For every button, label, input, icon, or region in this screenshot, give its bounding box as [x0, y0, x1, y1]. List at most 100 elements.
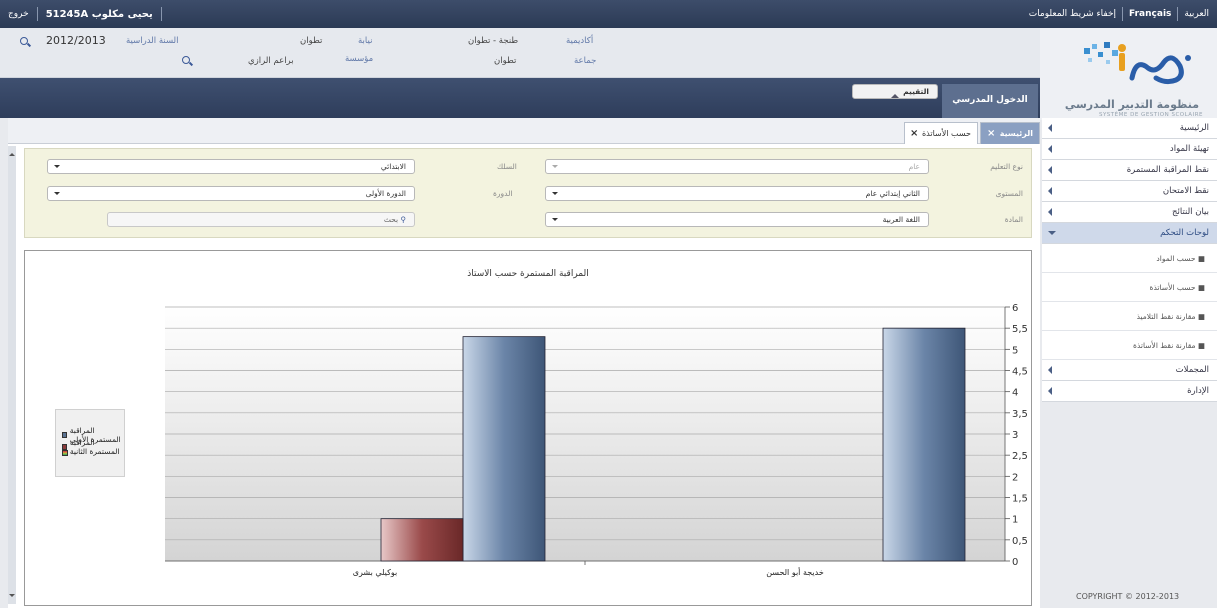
- chevron-left-icon: [1048, 145, 1052, 153]
- logout-link[interactable]: خروج: [8, 9, 29, 19]
- subject-select[interactable]: اللغة العربية: [545, 212, 929, 227]
- info-header: أكاديمية طنجة - تطوان نيابة تطوان السنة …: [0, 28, 1040, 78]
- sidebar-subitem-by-teacher[interactable]: حسب الأساتذة ■: [1042, 273, 1217, 302]
- bar-chart: 0 0,5 1 1,5 2 2,5 3 3,5 4 4,5 5 5,5 6 خديجة أبو الحسن…: [165, 303, 1028, 577]
- sidebar-menu: الرئيسية تهيئة المواد نقط المراقبة المست…: [1042, 118, 1217, 402]
- type-select[interactable]: عام: [545, 159, 929, 174]
- y-tick-label: 2,5: [1012, 451, 1028, 462]
- sidebar-item-label: بيان النتائج: [1172, 207, 1209, 217]
- sidebar-item-totals[interactable]: المجملات: [1042, 360, 1217, 381]
- tab-school-entry[interactable]: الدخول المدرسي: [942, 84, 1038, 118]
- chevron-left-icon: [1048, 166, 1052, 174]
- academy-value: طنجة - تطوان: [468, 36, 519, 46]
- hide-info-link[interactable]: إخفاء شريط المعلومات: [1029, 9, 1116, 19]
- filter-panel: نوع التعليم عام السلك الابتدائي المستوى …: [24, 148, 1032, 238]
- dropdown-arrow-icon: [552, 218, 558, 224]
- sidebar-item-label: نقط المراقبة المستمرة: [1126, 165, 1209, 175]
- search-icon: ⚲: [400, 215, 407, 224]
- level-select[interactable]: الثاني إبتدائي عام: [545, 186, 929, 201]
- top-bar: خروج 51245A يحيى مكلوب العربية Français …: [0, 0, 1217, 28]
- level-select-value: الثاني إبتدائي عام: [865, 189, 920, 198]
- period-select[interactable]: الدورة الأولى: [47, 186, 415, 201]
- delegation-label: نيابة: [358, 36, 373, 46]
- sidebar-item-label: تهيئة المواد: [1169, 144, 1209, 154]
- y-tick-label: 0: [1012, 557, 1018, 568]
- divider: [160, 7, 162, 21]
- dropdown-arrow-icon: [552, 165, 558, 171]
- legend-item: المراقبة المستمرة الثانية: [62, 438, 124, 456]
- search-icon[interactable]: [20, 37, 31, 48]
- scrollbar[interactable]: [8, 146, 16, 604]
- tab-home-label: الرئيسية: [999, 129, 1033, 138]
- sidebar-item-subjects-setup[interactable]: تهيئة المواد: [1042, 139, 1217, 160]
- sidebar-item-home[interactable]: الرئيسية: [1042, 118, 1217, 139]
- sidebar-subitem-label: مقارنة نقط الأساتذة: [1133, 341, 1196, 350]
- logo-mark-icon: [1084, 42, 1191, 85]
- tab-evaluation[interactable]: التقييم: [852, 84, 938, 99]
- sidebar-item-exam-grades[interactable]: نقط الامتحان: [1042, 181, 1217, 202]
- y-tick-label: 1: [1012, 515, 1018, 526]
- lang-french-link[interactable]: Français: [1129, 9, 1171, 19]
- chart-container: المراقبة المستمرة حسب الاستاذ 0 0,5 1 1,5 2 2…: [24, 250, 1032, 606]
- sidebar-item-label: الإدارة: [1187, 386, 1209, 396]
- sidebar-item-label: نقط الامتحان: [1162, 186, 1209, 196]
- y-tick-label: 0,5: [1012, 536, 1028, 547]
- sidebar-subitem-by-subject[interactable]: حسب المواد ■: [1042, 244, 1217, 273]
- search-icon[interactable]: [182, 56, 193, 67]
- sidebar-subitem-compare-teachers[interactable]: مقارنة نقط الأساتذة ■: [1042, 331, 1217, 360]
- cycle-select[interactable]: الابتدائي: [47, 159, 415, 174]
- logo-subtitle-arabic: منظومة التدبير المدرسي: [1064, 98, 1199, 111]
- chevron-down-icon: [1048, 231, 1056, 235]
- subject-select-value: اللغة العربية: [882, 215, 920, 224]
- dropdown-arrow-icon: [552, 192, 558, 198]
- x-tick-label: خديجة أبو الحسن: [766, 567, 824, 577]
- lang-arabic-link[interactable]: العربية: [1184, 9, 1209, 19]
- cycle-label: السلك: [497, 162, 517, 171]
- y-tick-label: 3: [1012, 430, 1018, 441]
- subject-label: المادة: [1004, 215, 1023, 224]
- level-label: المستوى: [995, 189, 1023, 198]
- y-tick-label: 4,5: [1012, 367, 1028, 378]
- sidebar-item-label: لوحات التحكم: [1160, 228, 1209, 238]
- year-value: 2012/2013: [46, 34, 106, 47]
- y-tick-label: 4: [1012, 388, 1018, 399]
- sidebar-subitem-compare-students[interactable]: مقارنة نقط التلاميذ ■: [1042, 302, 1217, 331]
- dropdown-arrow-icon: [54, 192, 60, 198]
- sidebar-item-results[interactable]: بيان النتائج: [1042, 202, 1217, 223]
- chevron-left-icon: [1048, 208, 1052, 216]
- main-panel: × الرئيسية × حسب الأساتذة نوع التعليم عام …: [8, 118, 1040, 608]
- year-label: السنة الدراسية: [126, 36, 179, 46]
- type-label: نوع التعليم: [990, 162, 1023, 171]
- type-select-value: عام: [908, 162, 920, 171]
- legend-label: المراقبة المستمرة الثانية: [69, 438, 120, 456]
- sidebar-item-continuous-grades[interactable]: نقط المراقبة المستمرة: [1042, 160, 1217, 181]
- tab-by-teacher[interactable]: × حسب الأساتذة: [904, 122, 978, 144]
- sidebar-item-label: الرئيسية: [1179, 123, 1209, 133]
- close-icon[interactable]: ×: [910, 128, 918, 139]
- main-nav: الدخول المدرسي التقييم: [0, 78, 1040, 118]
- search-placeholder: بحث: [383, 215, 399, 224]
- sidebar-subitem-label: حسب الأساتذة: [1149, 283, 1196, 292]
- tab-home[interactable]: × الرئيسية: [980, 122, 1040, 144]
- sidebar-item-dashboards[interactable]: لوحات التحكم: [1042, 223, 1217, 244]
- close-icon[interactable]: ×: [987, 128, 995, 139]
- caret-up-icon: [891, 90, 899, 98]
- period-label: الدورة: [493, 189, 513, 198]
- sidebar-item-label: المجملات: [1175, 365, 1209, 375]
- sidebar-item-administration[interactable]: الإدارة: [1042, 381, 1217, 402]
- y-tick-label: 2: [1012, 472, 1018, 483]
- chevron-left-icon: [1048, 387, 1052, 395]
- bar-series1: [882, 327, 966, 562]
- bar-series2: [380, 518, 464, 562]
- commune-label: جماعة: [574, 56, 597, 66]
- copyright: COPYRIGHT © 2012-2013: [1076, 592, 1180, 601]
- chevron-left-icon: [1048, 187, 1052, 195]
- app-logo: منظومة التدبير المدرسي SYSTÈME DE GESTIO…: [1040, 28, 1217, 120]
- period-select-value: الدورة الأولى: [365, 189, 406, 198]
- divider: [1177, 7, 1179, 21]
- y-tick-label: 1,5: [1012, 494, 1028, 505]
- delegation-value: تطوان: [300, 36, 323, 46]
- tab-evaluation-label: التقييم: [903, 87, 929, 96]
- chevron-left-icon: [1048, 366, 1052, 374]
- search-input[interactable]: بحث ⚲: [107, 212, 415, 227]
